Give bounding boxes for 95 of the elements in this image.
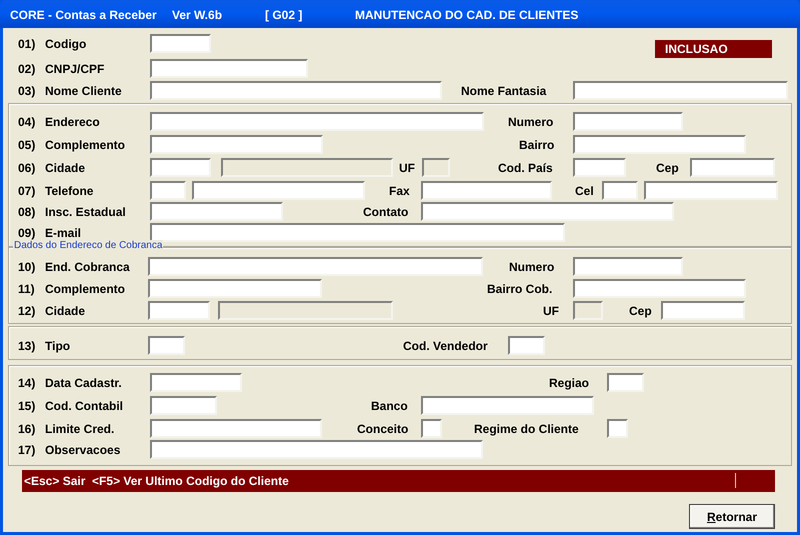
group-legend: Dados do Endereco de Cobranca [13,240,164,252]
field-label: Telefone [45,183,94,199]
input-field[interactable] [573,135,746,154]
input-field[interactable] [150,396,217,415]
input-field[interactable] [150,135,323,154]
field-label: Banco [371,398,408,414]
input-field[interactable] [148,301,210,320]
window-title: MANUTENCAO DO CAD. DE CLIENTES [355,8,578,22]
field-label: Data Cadastr. [45,375,122,391]
field-label: Tipo [45,338,70,354]
mode-badge: INCLUSAO [655,40,772,58]
input-field[interactable] [661,301,745,320]
field-label: Cep [656,160,679,176]
field-label: Numero [508,114,554,130]
window-title: CORE - Contas a Receber [10,8,157,22]
input-field[interactable] [150,373,242,392]
field-label: Cidade [45,160,86,176]
field-label: Cep [629,303,652,319]
field-label: Observacoes [45,442,120,458]
field-label: Cod. Contabil [45,398,123,414]
field-label: UF [543,303,559,319]
input-field[interactable] [192,181,365,200]
field-label: Codigo [45,36,86,52]
field-label: Fax [389,183,410,199]
input-field[interactable] [421,419,442,438]
field-label: Nome Cliente [45,83,122,99]
field-number: 01) [18,36,36,52]
field-number: 05) [18,137,36,153]
field-label: E-mail [45,225,82,240]
field-label: Regime do Cliente [474,421,579,437]
input-field[interactable] [421,396,594,415]
field-label: Bairro [519,137,554,153]
field-number: 02) [18,61,36,77]
input-field[interactable] [150,34,211,53]
field-number: 03) [18,83,36,99]
input-field[interactable] [150,158,211,177]
field-label: End. Cobranca [45,259,130,275]
field-number: 15) [18,398,36,414]
input-field[interactable] [421,202,674,221]
field-label: Conceito [357,421,408,437]
input-field[interactable] [150,419,322,438]
input-field[interactable] [421,181,552,200]
field-label: UF [399,160,415,176]
input-field[interactable] [148,279,322,298]
window-title: Ver W.6b [172,8,222,22]
field-label: Complemento [45,281,126,297]
input-field[interactable] [148,257,483,276]
field-number: 04) [18,114,36,130]
input-field[interactable] [148,336,185,355]
input-field[interactable] [573,81,788,100]
field-label: Limite Cred. [45,421,114,437]
field-label: Cod. País [498,160,553,176]
field-label: Endereco [45,114,100,130]
field-number: 16) [18,421,36,437]
status-bar: <Esc> Sair <F5> Ver Ultimo Codigo do Cliente [22,470,775,492]
input-field[interactable] [573,158,626,177]
input-field[interactable] [150,112,484,131]
input-field[interactable] [508,336,545,355]
field-label: Regiao [549,375,590,391]
input-field[interactable] [150,81,442,100]
input-field[interactable] [150,223,565,242]
input-field[interactable] [150,59,308,78]
field-label: Cod. Vendedor [403,338,488,354]
field-label: CNPJ/CPF [45,61,104,77]
field-label: Bairro Cob. [487,281,552,297]
window-title: [ G02 ] [265,8,302,22]
input-field[interactable] [607,373,644,392]
input-field[interactable] [573,257,683,276]
field-label: Cel [575,183,594,199]
field-number: 13) [18,338,36,354]
field-number: 06) [18,160,36,176]
field-label: Contato [363,204,408,220]
field-label: Cidade [45,303,86,319]
field-number: 07) [18,183,36,199]
field-number: 14) [18,375,36,391]
field-number: 12) [18,303,36,319]
field-label: Numero [509,259,554,275]
input-field[interactable] [573,279,746,298]
field-number: 08) [18,204,36,220]
input-field[interactable] [573,112,683,131]
field-number: 17) [18,442,36,458]
field-number: 11) [18,281,35,297]
return-button[interactable]: Retornar [689,504,775,529]
input-field[interactable] [150,181,186,200]
field-number: 10) [18,259,36,275]
field-label: Complemento [45,137,126,153]
input-field[interactable] [602,181,638,200]
field-label: Nome Fantasia [461,83,546,99]
field-number: 09) [18,225,36,240]
input-field[interactable] [644,181,778,200]
input-field[interactable] [150,202,283,221]
input-field[interactable] [607,419,628,438]
input-field[interactable] [690,158,775,177]
input-field[interactable] [150,440,483,459]
field-label: Insc. Estadual [45,204,126,220]
